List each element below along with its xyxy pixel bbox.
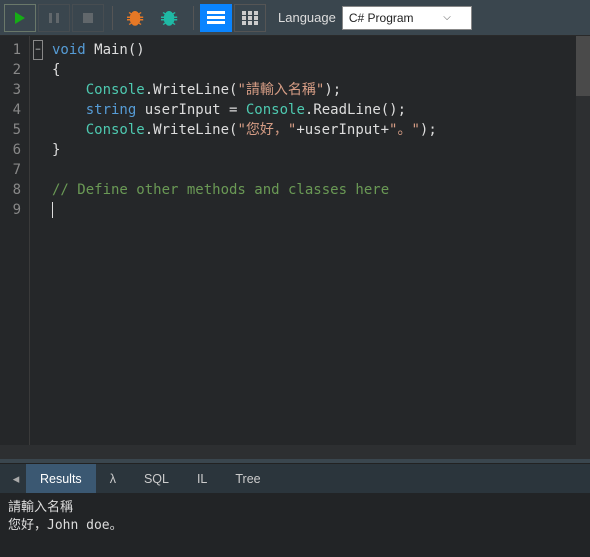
horizontal-scrollbar[interactable] [0, 445, 590, 459]
line-gutter: 123 456 789 [0, 36, 30, 445]
tab-il[interactable]: IL [183, 464, 221, 493]
output-tabs: ◂ Results λ SQL IL Tree [0, 463, 590, 493]
bug-icon-teal[interactable] [153, 4, 185, 32]
output-line: 請輸入名稱 [8, 499, 582, 517]
output-pane: 請輸入名稱您好，John doe。 [0, 493, 590, 557]
bug-icon-orange[interactable] [119, 4, 151, 32]
chevron-down-icon: ⌵ [443, 12, 451, 23]
output-line: 您好，John doe。 [8, 517, 582, 535]
editor[interactable]: 123 456 789 − void Main(){ Console.Write… [0, 36, 590, 445]
code-text[interactable]: void Main(){ Console.WriteLine("請輸入名稱");… [46, 36, 590, 445]
fold-toggle[interactable]: − [33, 40, 43, 60]
toolbar: Language C# Program ⌵ [0, 0, 590, 36]
run-button[interactable] [4, 4, 36, 32]
separator [112, 6, 113, 30]
stop-button[interactable] [72, 4, 104, 32]
tab-sql[interactable]: SQL [130, 464, 183, 493]
language-select[interactable]: C# Program ⌵ [342, 6, 472, 30]
language-label: Language [278, 10, 336, 25]
view-grid-button[interactable] [234, 4, 266, 32]
tab-results[interactable]: Results [26, 464, 96, 493]
vertical-scrollbar[interactable] [576, 36, 590, 445]
fold-column: − [30, 36, 46, 445]
language-value: C# Program [349, 11, 414, 25]
tab-lambda[interactable]: λ [96, 464, 130, 493]
pause-button[interactable] [38, 4, 70, 32]
tab-tree[interactable]: Tree [221, 464, 274, 493]
separator [193, 6, 194, 30]
text-caret [52, 202, 53, 218]
view-list-button[interactable] [200, 4, 232, 32]
tabs-prev-button[interactable]: ◂ [6, 464, 26, 493]
